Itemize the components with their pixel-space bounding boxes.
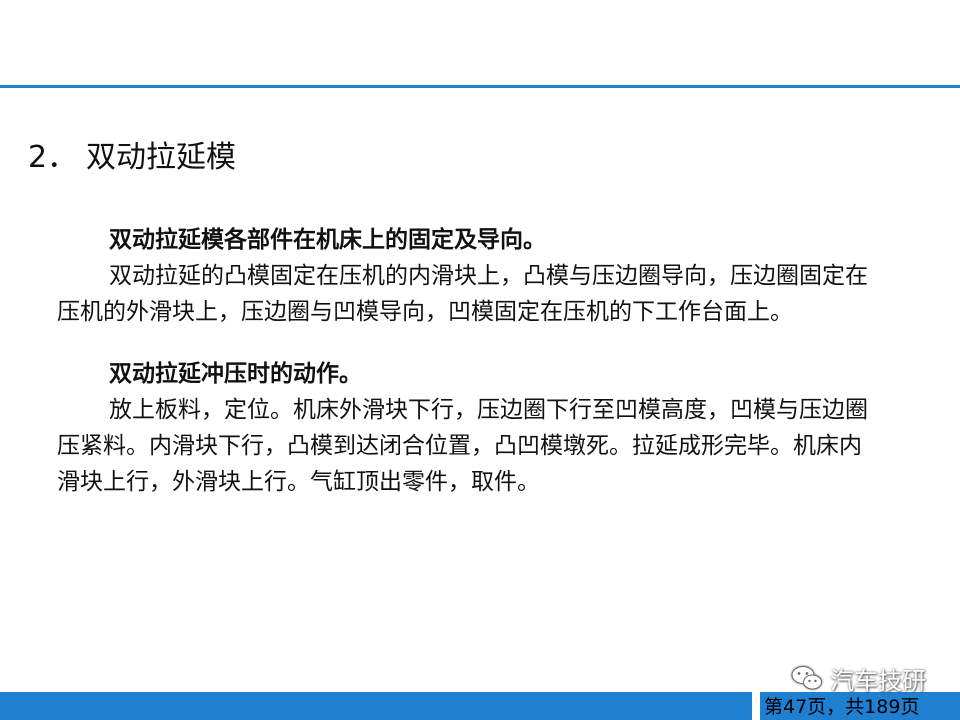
- heading-stamping-motion: 双动拉延冲压时的动作。: [109, 361, 362, 387]
- header-rule: [0, 85, 960, 88]
- section-number: 2．: [28, 140, 78, 175]
- slide-body: 双动拉延模各部件在机床上的固定及导向。 双动拉延的凸模固定在压机的内滑块上，凸模…: [57, 222, 877, 500]
- paragraph-fixing-and-guiding: 双动拉延的凸模固定在压机的内滑块上，凸模与压边圈导向，压边圈固定在压机的外滑块上…: [57, 263, 868, 325]
- watermark: 汽车技研: [790, 660, 926, 696]
- section-title-text: 双动拉延模: [86, 140, 236, 175]
- section-title: 2． 双动拉延模: [28, 138, 236, 178]
- page-number-label: 第47页，共189页: [764, 696, 920, 718]
- watermark-text: 汽车技研: [830, 666, 926, 695]
- footer-bar: [0, 692, 752, 720]
- wechat-icon: [791, 666, 822, 690]
- paragraph-stamping-motion: 放上板料，定位。机床外滑块下行，压边圈下行至凹模高度，凹模与压边圈压紧料。内滑块…: [57, 397, 868, 495]
- heading-fixing-and-guiding: 双动拉延模各部件在机床上的固定及导向。: [109, 227, 546, 253]
